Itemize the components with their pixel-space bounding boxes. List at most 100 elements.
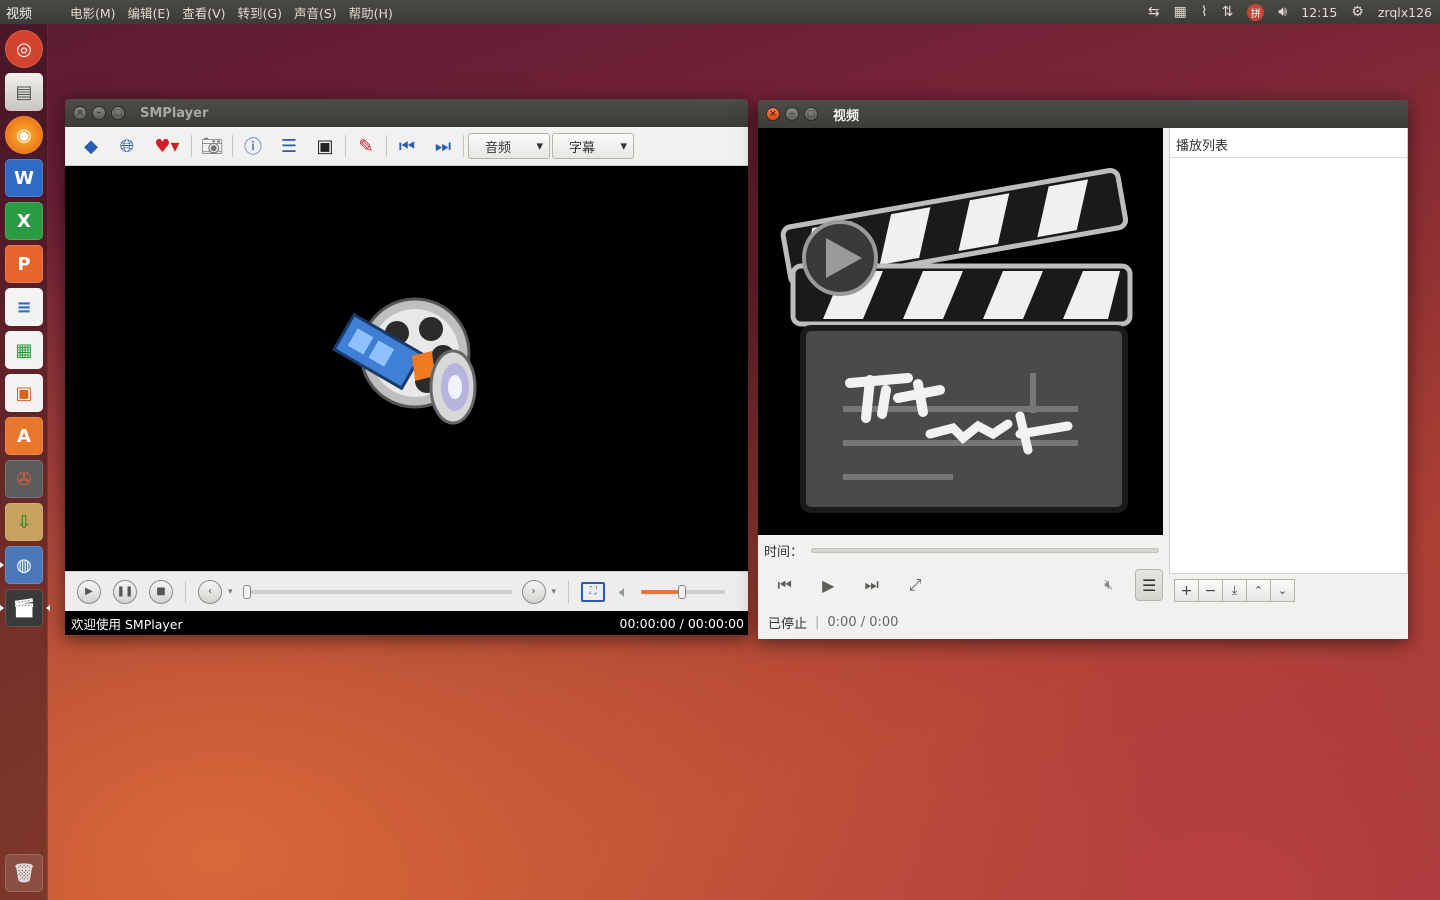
volume-indicator-icon[interactable]: 🔊︎ <box>1278 4 1287 20</box>
firefox-icon[interactable]: ◉ <box>5 116 43 154</box>
save-playlist-icon[interactable]: ⤓ <box>1222 579 1247 602</box>
videos-launcher-icon[interactable]: 🎬︎ <box>0 589 50 627</box>
move-up-icon[interactable]: ⌃ <box>1246 579 1271 602</box>
remove-icon[interactable]: − <box>1198 579 1223 602</box>
status-divider: | <box>815 614 820 630</box>
input-method-icon[interactable]: 拼 <box>1247 3 1265 21</box>
status-message: 欢迎使用 SMPlayer <box>71 616 183 632</box>
previous-icon[interactable]: ⏮︎ <box>389 132 425 160</box>
files-icon[interactable]: ▤ <box>5 73 43 111</box>
software-center-icon[interactable]: A <box>5 417 43 455</box>
menu-movie[interactable]: 电影(M) <box>70 3 116 22</box>
attachment-indicator-icon[interactable]: ⌇ <box>1201 4 1208 20</box>
wps-spreadsheets-icon[interactable]: X <box>5 202 43 240</box>
toolbar-separator <box>345 135 346 157</box>
videos-main-pane: 时间： ⏮︎ ▶ ⏭︎ ⤢ 🔇︎ ☰ 已停止 | 0:00 / 0:00 <box>758 128 1164 639</box>
fullscreen-icon[interactable]: ⛶ <box>581 581 606 602</box>
play-button[interactable]: ▶ <box>77 579 101 604</box>
subtitle-track-combo[interactable]: 字幕 ▾ <box>552 133 634 159</box>
volume-handle[interactable] <box>677 584 686 599</box>
rewind-menu-chevron-icon[interactable]: ▾ <box>228 587 233 597</box>
global-menubar: 电影(M) 编辑(E) 查看(V) 转到(G) 声音(S) 帮助(H) <box>70 3 393 22</box>
sidebar-toggle-icon[interactable]: ☰ <box>1135 569 1164 601</box>
session-gear-icon[interactable]: ⚙ <box>1351 4 1364 20</box>
favorites-icon[interactable]: ♥▾ <box>145 132 189 160</box>
username[interactable]: zrqlx126 <box>1378 5 1432 20</box>
clapperboard-icon <box>780 168 1133 513</box>
play-icon[interactable]: ▶ <box>811 570 844 600</box>
info-icon[interactable]: ⓘ <box>235 132 271 160</box>
videos-window: × – □ 视频 时间： ⏮︎ ▶ ⏭︎ ⤢ 🔇︎ ☰ 已停止 | 0:00 /… <box>758 100 1408 639</box>
smplayer-launcher-icon[interactable]: ◍ <box>0 546 43 584</box>
video-equalizer-icon[interactable]: ▣ <box>307 132 343 160</box>
smplayer-titlebar[interactable]: × – □ SMPlayer <box>65 99 748 127</box>
playlist-sidebar: 播放列表 + − ⤓ ⌃ ⌄ <box>1163 128 1408 639</box>
system-settings-icon[interactable]: ✇ <box>5 460 43 498</box>
audio-track-combo[interactable]: 音频 ▾ <box>468 133 550 159</box>
videos-titlebar[interactable]: × – □ 视频 <box>758 100 1408 128</box>
unity-launcher: ◎ ▤ ◉ W X P ≡ ▦ ▣ A ✇ ⇩ ◍ 🎬︎ 🗑︎ <box>0 24 50 900</box>
indicator-area: ⇆ ▦ ⌇ ⇅ 拼 🔊︎ 12:15 ⚙ zrqlx126 <box>1148 3 1440 21</box>
videos-video-area[interactable] <box>758 128 1163 535</box>
screenshot-icon[interactable]: 📷︎ <box>194 132 230 160</box>
next-chapter-icon[interactable]: ⏭︎ <box>855 570 888 600</box>
top-panel: 视频 电影(M) 编辑(E) 查看(V) 转到(G) 声音(S) 帮助(H) ⇆… <box>0 0 1440 24</box>
time-display: 0:00 / 0:00 <box>827 614 899 630</box>
smplayer-logo-icon <box>332 297 477 425</box>
seek-bar[interactable] <box>811 547 1160 553</box>
menu-edit[interactable]: 编辑(E) <box>128 3 171 22</box>
libreoffice-calc-icon[interactable]: ▦ <box>5 331 43 369</box>
status-time: 00:00:00 / 00:00:00 <box>619 615 744 631</box>
playlist-panel[interactable]: 播放列表 <box>1169 128 1408 574</box>
preferences-icon[interactable]: ✎ <box>348 132 384 160</box>
open-url-icon[interactable]: 🌐︎ <box>109 132 145 160</box>
maximize-button[interactable]: □ <box>111 106 125 120</box>
previous-chapter-icon[interactable]: ⏮︎ <box>768 570 801 600</box>
menu-go[interactable]: 转到(G) <box>238 3 282 22</box>
archive-manager-icon[interactable]: ⇩ <box>5 503 43 541</box>
pause-button[interactable]: ❚❚ <box>113 579 137 604</box>
videos-body: 时间： ⏮︎ ▶ ⏭︎ ⤢ 🔇︎ ☰ 已停止 | 0:00 / 0:00 播放列… <box>758 128 1408 639</box>
menu-sound[interactable]: 声音(S) <box>294 3 337 22</box>
smplayer-window: × – □ SMPlayer ◆ 🌐︎ ♥▾ 📷︎ ⓘ ☰ ▣ ✎ ⏮︎ ⏭︎ … <box>65 99 748 635</box>
toolbar-separator <box>386 135 387 157</box>
menu-view[interactable]: 查看(V) <box>182 3 225 22</box>
menu-help[interactable]: 帮助(H) <box>349 3 393 22</box>
keyboard-indicator-icon[interactable]: ⇆ <box>1148 4 1160 20</box>
forward-menu-chevron-icon[interactable]: ▾ <box>552 587 557 597</box>
smplayer-video-area[interactable] <box>65 166 748 571</box>
volume-muted-icon[interactable]: 🔇︎ <box>1092 570 1125 600</box>
controls-separator <box>568 580 570 603</box>
wps-presentation-icon[interactable]: P <box>5 245 43 283</box>
volume-slider-fill <box>640 589 683 594</box>
close-button[interactable]: × <box>766 107 780 121</box>
time-label: 时间： <box>764 544 804 560</box>
close-button[interactable]: × <box>73 106 87 120</box>
minimize-button[interactable]: – <box>785 107 799 121</box>
seek-slider[interactable] <box>242 584 512 599</box>
network-indicator-icon[interactable]: ⇅ <box>1222 4 1234 20</box>
move-down-icon[interactable]: ⌄ <box>1270 579 1295 602</box>
libreoffice-impress-icon[interactable]: ▣ <box>5 374 43 412</box>
maximize-button[interactable]: □ <box>804 107 818 121</box>
volume-slider[interactable] <box>640 584 725 599</box>
add-icon[interactable]: + <box>1174 579 1199 602</box>
window-title: 视频 <box>833 108 860 124</box>
libreoffice-writer-icon[interactable]: ≡ <box>5 288 43 326</box>
forward-button[interactable]: › <box>521 579 546 604</box>
fullscreen-expand-icon[interactable]: ⤢ <box>898 570 931 600</box>
open-file-icon[interactable]: ◆ <box>73 132 109 160</box>
clock[interactable]: 12:15 <box>1301 5 1337 20</box>
stop-button[interactable]: ■ <box>149 579 173 604</box>
next-icon[interactable]: ⏭︎ <box>425 132 461 160</box>
rewind-button[interactable]: ‹ <box>198 579 222 604</box>
playlist-icon[interactable]: ☰ <box>271 132 307 160</box>
ubuntu-dash-icon[interactable]: ◎ <box>5 30 43 68</box>
calendar-indicator-icon[interactable]: ▦ <box>1174 4 1187 20</box>
minimize-button[interactable]: – <box>92 106 106 120</box>
controls-separator <box>185 580 186 603</box>
seek-handle[interactable] <box>242 584 251 599</box>
trash-icon[interactable]: 🗑︎ <box>5 854 43 892</box>
mute-speaker-icon[interactable]: 🔈︎ <box>619 582 629 602</box>
wps-writer-icon[interactable]: W <box>5 159 43 197</box>
